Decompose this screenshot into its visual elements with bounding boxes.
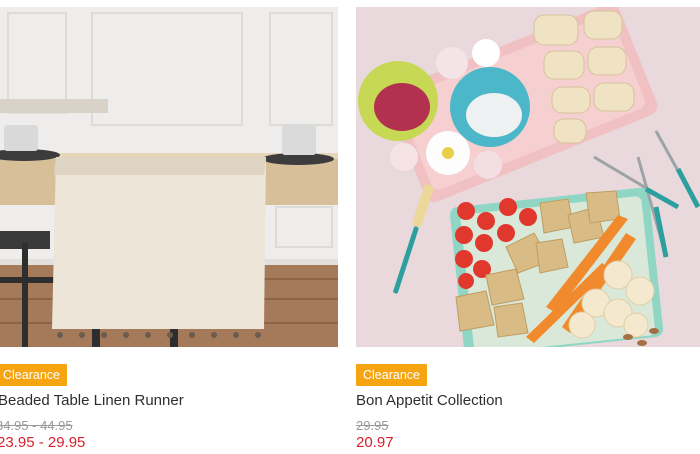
product-title[interactable]: Bon Appetit Collection	[356, 392, 503, 409]
clearance-badge: Clearance	[356, 364, 427, 386]
original-price: 29.95	[356, 418, 389, 433]
original-price: 34.95 - 44.95	[0, 418, 73, 433]
product-image-runner[interactable]	[0, 7, 338, 347]
sale-price: 23.95 - 29.95	[0, 434, 86, 451]
product-title[interactable]: Beaded Table Linen Runner	[0, 392, 184, 409]
sale-price: 20.97	[356, 434, 394, 451]
clearance-badge: Clearance	[0, 364, 67, 386]
product-image-bon-appetit[interactable]	[356, 7, 700, 347]
